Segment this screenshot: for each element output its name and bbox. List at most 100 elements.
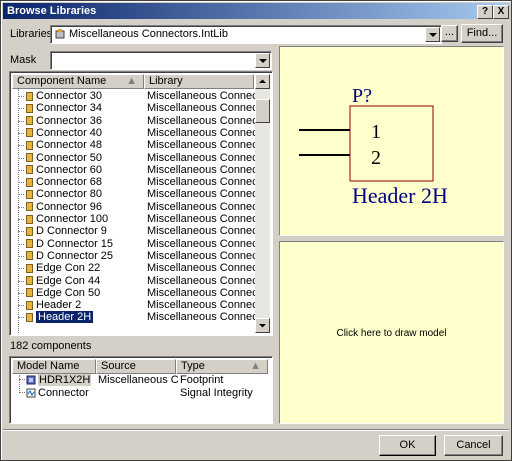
component-name-cell: Connector 68 (26, 176, 144, 188)
column-header-component-name[interactable]: Component Name ▲ (12, 74, 144, 89)
component-row[interactable]: Connector 34 Miscellaneous Connectors.Int… (12, 102, 256, 114)
component-name: D Connector 9 (36, 225, 107, 238)
component-row[interactable]: Connector 68 Miscellaneous Connectors.Int… (12, 176, 256, 188)
component-icon (26, 312, 33, 322)
mask-combo[interactable] (50, 51, 272, 70)
component-name-cell: Connector 34 (26, 102, 144, 114)
cancel-button[interactable]: Cancel (444, 435, 503, 456)
column-header-model-name[interactable]: Model Name (12, 359, 96, 374)
component-name-cell: D Connector 25 (26, 250, 144, 262)
component-scrollbar[interactable] (255, 74, 270, 333)
component-count: 182 components (10, 340, 92, 352)
model-row[interactable]: Connector Signal Integrity (12, 387, 268, 399)
component-row[interactable]: Edge Con 44 Miscellaneous Connectors.IntL… (12, 275, 256, 287)
component-row[interactable]: Connector 96 Miscellaneous Connectors.Int… (12, 201, 256, 213)
component-library-cell: Miscellaneous Connectors.IntLib (147, 176, 256, 189)
component-list[interactable]: Component Name ▲ Library Connector 30 Mis… (9, 71, 273, 336)
model-name-cell: Connector (26, 387, 96, 399)
component-name-cell: Connector 100 (26, 213, 144, 225)
component-row[interactable]: Connector 60 Miscellaneous Connectors.Int… (12, 164, 256, 176)
component-name: Connector 40 (36, 126, 103, 139)
component-row[interactable]: Connector 36 Miscellaneous Connectors.Int… (12, 115, 256, 127)
tree-line (18, 108, 24, 110)
libraries-value: Miscellaneous Connectors.IntLib (69, 28, 228, 40)
column-header-type[interactable]: Type ▲ (176, 359, 268, 374)
component-icon (26, 165, 33, 175)
component-row[interactable]: Connector 40 Miscellaneous Connectors.Int… (12, 127, 256, 139)
signal-integrity-icon (26, 388, 36, 398)
component-name: Connector 68 (36, 176, 103, 189)
column-header-library[interactable]: Library (144, 74, 254, 89)
title-bar: Browse Libraries ? X (3, 3, 509, 19)
component-library-cell: Miscellaneous Connectors.IntLib (147, 262, 256, 275)
component-name: Connector 36 (36, 114, 103, 127)
component-icon (26, 128, 33, 138)
component-icon (26, 202, 33, 212)
component-library-cell: Miscellaneous Connectors.IntLib (147, 225, 256, 238)
tree-line (18, 194, 24, 196)
tree-line (18, 292, 24, 294)
component-name-cell: Connector 50 (26, 152, 144, 164)
designator-text: P? (352, 85, 372, 107)
find-button[interactable]: Find... (461, 24, 503, 43)
component-row[interactable]: Connector 30 Miscellaneous Connectors.Int… (12, 90, 256, 102)
component-name-cell: D Connector 15 (26, 238, 144, 250)
component-library-cell: Miscellaneous Connectors.IntLib (147, 286, 256, 299)
component-row[interactable]: Connector 48 Miscellaneous Connectors.Int… (12, 139, 256, 151)
browse-libraries-button[interactable]: ... (441, 25, 458, 42)
component-row[interactable]: D Connector 25 Miscellaneous Connectors.I… (12, 250, 256, 262)
chevron-down-icon[interactable] (255, 53, 270, 68)
scroll-up-button[interactable] (255, 74, 270, 89)
component-row[interactable]: Edge Con 22 Miscellaneous Connectors.IntL… (12, 262, 256, 274)
model-row[interactable]: HDR1X2H Miscellaneous Conne Footprint (12, 374, 268, 386)
libraries-combo[interactable]: Miscellaneous Connectors.IntLib (50, 25, 442, 44)
component-name-cell: Connector 30 (26, 90, 144, 102)
tree-line (18, 145, 24, 147)
component-row[interactable]: Edge Con 50 Miscellaneous Connectors.IntL… (12, 287, 256, 299)
tree-line (18, 157, 24, 159)
column-header-source[interactable]: Source (96, 359, 176, 374)
ok-button[interactable]: OK (379, 435, 436, 456)
library-icon (55, 29, 65, 39)
component-name-cell: Connector 36 (26, 115, 144, 127)
scroll-thumb[interactable] (255, 99, 270, 123)
component-row[interactable]: Connector 80 Miscellaneous Connectors.Int… (12, 188, 256, 200)
component-name: Connector 48 (36, 139, 103, 152)
component-name-cell: Connector 40 (26, 127, 144, 139)
component-icon (26, 226, 33, 236)
comment-text: Header 2H (352, 183, 448, 208)
component-row[interactable]: Connector 100 Miscellaneous Connectors.In… (12, 213, 256, 225)
component-row[interactable]: Connector 50 Miscellaneous Connectors.Int… (12, 152, 256, 164)
model-list[interactable]: Model Name Source Type ▲ HDR1X2H Miscell… (9, 356, 273, 424)
component-name: Connector 34 (36, 102, 103, 115)
model-type-cell: Footprint (180, 374, 224, 386)
help-button[interactable]: ? (477, 5, 493, 19)
column-header-label: Component Name (17, 75, 107, 87)
component-icon (26, 239, 33, 249)
scroll-down-button[interactable] (255, 318, 270, 333)
component-library-cell: Miscellaneous Connectors.IntLib (147, 213, 256, 225)
component-library-cell: Miscellaneous Connectors.IntLib (147, 126, 256, 139)
component-row[interactable]: D Connector 15 Miscellaneous Connectors.I… (12, 238, 256, 250)
component-name-cell: D Connector 9 (26, 225, 144, 237)
tree-line (18, 96, 24, 97)
model-preview[interactable]: Click here to draw model (279, 241, 504, 424)
component-library-cell: Miscellaneous Connectors.IntLib (147, 274, 256, 287)
component-icon (26, 251, 33, 261)
component-row[interactable]: D Connector 9 Miscellaneous Connectors.In… (12, 225, 256, 237)
model-source-cell: Miscellaneous Conne (98, 374, 178, 386)
component-library-cell: Miscellaneous Connectors.IntLib (147, 311, 256, 324)
libraries-label: Libraries (10, 28, 53, 40)
component-name: Edge Con 22 (36, 262, 101, 275)
component-rows: Connector 30 Miscellaneous Connectors.Int… (10, 89, 256, 333)
component-icon (26, 177, 33, 187)
component-row[interactable]: Header 2 Miscellaneous Connectors.IntLib (12, 299, 256, 311)
tree-line (18, 243, 24, 245)
component-row[interactable]: Header 2H Miscellaneous Connectors.IntLib (12, 311, 256, 324)
component-name-cell: Connector 60 (26, 164, 144, 176)
close-button[interactable]: X (493, 5, 509, 19)
chevron-down-icon[interactable] (425, 27, 440, 42)
component-library-cell: Miscellaneous Connectors.IntLib (147, 299, 256, 312)
component-icon (26, 116, 33, 126)
tree-line (18, 268, 24, 270)
